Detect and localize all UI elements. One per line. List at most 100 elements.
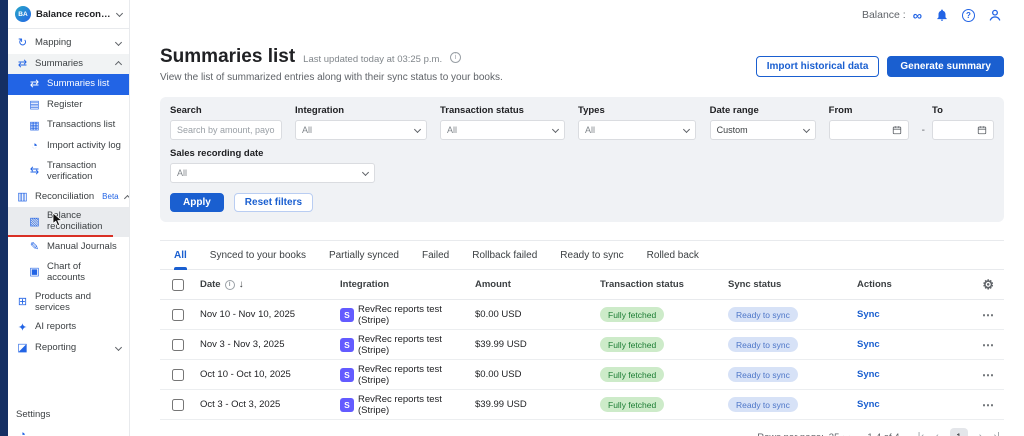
sidebar-item-products-and-services[interactable]: ⊞ Products and services: [8, 288, 129, 318]
column-transaction-status: Transaction status: [600, 279, 728, 290]
sidebar-item-register[interactable]: ▤ Register: [8, 95, 129, 116]
types-select[interactable]: All: [578, 120, 696, 140]
row-menu-button[interactable]: ⋯: [982, 338, 995, 352]
row-menu-button[interactable]: ⋯: [982, 368, 995, 382]
sidebar-item-balance-reconciliation[interactable]: ▧ Balance reconciliation: [8, 207, 129, 237]
sync-link[interactable]: Sync: [857, 369, 880, 380]
sidebar-item-label: Manual Journals: [47, 242, 121, 253]
integration-select[interactable]: All: [295, 120, 427, 140]
column-date[interactable]: Date: [200, 279, 221, 290]
page-actions: Import historical data Generate summary: [756, 56, 1004, 77]
previous-page-button[interactable]: ‹: [935, 431, 939, 436]
transaction-status-badge: Fully fetched: [600, 367, 664, 382]
table-footer: Rows per page: 35 1-4 of 4 |‹ ‹ 1 › ›|: [160, 420, 1004, 436]
sidebar-item-import-activity-log[interactable]: ◔ Import activity log: [8, 136, 129, 157]
search-input[interactable]: [170, 120, 282, 140]
rows-per-page-label: Rows per page:: [757, 432, 824, 436]
row-checkbox[interactable]: [172, 339, 184, 351]
sidebar-item-manual-journals[interactable]: ✎ Manual Journals: [8, 237, 129, 258]
status-tabs: All Synced to your books Partially synce…: [160, 240, 1004, 270]
stripe-icon: S: [340, 308, 354, 322]
sync-status-badge: Ready to sync: [728, 337, 798, 352]
clock-icon: ◔: [16, 429, 29, 436]
transaction-status-badge: Fully fetched: [600, 337, 664, 352]
products-and-services-icon: ⊞: [16, 296, 29, 309]
sidebar-item-label: Settings: [16, 410, 121, 421]
sync-status-badge: Ready to sync: [728, 397, 798, 412]
sidebar-item-reconciliation[interactable]: ▥ Reconciliation Beta: [8, 187, 129, 208]
summaries-icon: ⇄: [16, 58, 29, 71]
row-checkbox[interactable]: [172, 369, 184, 381]
sales-recording-date-select[interactable]: All: [170, 163, 375, 183]
date-range-label: Date range: [710, 105, 816, 116]
row-menu-button[interactable]: ⋯: [982, 398, 995, 412]
tab-failed[interactable]: Failed: [422, 241, 449, 269]
sync-link[interactable]: Sync: [857, 309, 880, 320]
tab-rolled-back[interactable]: Rolled back: [647, 241, 699, 269]
reset-filters-button[interactable]: Reset filters: [234, 193, 313, 212]
sidebar-item-chart-of-accounts[interactable]: ▣ Chart of accounts: [8, 258, 129, 288]
manual-journals-icon: ✎: [28, 241, 41, 254]
sidebar-item-partial[interactable]: ◔: [8, 425, 129, 436]
tab-partially-synced[interactable]: Partially synced: [329, 241, 399, 269]
current-page[interactable]: 1: [950, 428, 968, 436]
next-page-button[interactable]: ›: [979, 431, 983, 436]
sidebar-item-mapping[interactable]: ↻ Mapping: [8, 33, 129, 54]
chevron-up-icon: [115, 61, 122, 68]
sidebar-item-label: Summaries: [35, 59, 110, 70]
sidebar-item-transaction-verification[interactable]: ⇆ Transaction verification: [8, 157, 129, 187]
date-range-select[interactable]: Custom: [710, 120, 816, 140]
sidebar-item-label: Import activity log: [47, 141, 121, 152]
sidebar-item-label: Transactions list: [47, 120, 121, 131]
sort-desc-icon[interactable]: ↓: [239, 279, 244, 290]
import-historical-data-button[interactable]: Import historical data: [756, 56, 880, 77]
chart-of-accounts-icon: ▣: [28, 266, 41, 279]
chevron-down-icon: [362, 168, 369, 175]
generate-summary-button[interactable]: Generate summary: [887, 56, 1004, 77]
tab-ready-to-sync[interactable]: Ready to sync: [560, 241, 623, 269]
table-header: Date i ↓ Integration Amount Transaction …: [160, 270, 1004, 300]
sidebar-item-label: Products and services: [35, 292, 121, 314]
rows-per-page-select[interactable]: Rows per page: 35: [757, 432, 849, 436]
cell-date: Nov 10 - Nov 10, 2025: [200, 309, 340, 320]
reconciliation-icon: ▥: [16, 191, 29, 204]
tab-rollback-failed[interactable]: Rollback failed: [472, 241, 537, 269]
sidebar-item-transactions-list[interactable]: ▦ Transactions list: [8, 116, 129, 137]
tab-all[interactable]: All: [174, 241, 187, 269]
sidebar-item-settings[interactable]: Settings: [8, 406, 129, 425]
info-icon[interactable]: i: [450, 52, 461, 63]
to-date-input[interactable]: [932, 120, 994, 140]
transactions-list-icon: ▦: [28, 120, 41, 133]
chevron-down-icon: [552, 125, 559, 132]
balance-reconciliation-icon: ▧: [28, 216, 41, 229]
sidebar-item-label: Register: [47, 100, 121, 111]
sidebar-item-label: Summaries list: [47, 79, 121, 90]
row-menu-button[interactable]: ⋯: [982, 308, 995, 322]
from-date-input[interactable]: [829, 120, 909, 140]
row-checkbox[interactable]: [172, 309, 184, 321]
first-page-button[interactable]: |‹: [918, 431, 925, 436]
sidebar-item-reporting[interactable]: ◪ Reporting: [8, 338, 129, 359]
stripe-icon: S: [340, 398, 354, 412]
row-checkbox[interactable]: [172, 399, 184, 411]
divider: [8, 28, 129, 29]
calendar-icon: [892, 125, 902, 135]
main-area: Balance : ∞ ? Summaries list Last update…: [130, 0, 1024, 436]
table-settings-gear-icon[interactable]: ⚙: [982, 277, 994, 293]
types-select-value: All: [585, 125, 595, 135]
cell-date: Oct 10 - Oct 10, 2025: [200, 369, 340, 380]
sidebar: BA Balance reconcil... ↻ Mapping ⇄ Summa…: [8, 0, 130, 436]
tab-synced-to-your-books[interactable]: Synced to your books: [210, 241, 306, 269]
sidebar-item-summaries[interactable]: ⇄ Summaries: [8, 54, 129, 75]
last-page-button[interactable]: ›|: [993, 431, 1000, 436]
transaction-verification-icon: ⇆: [28, 165, 41, 178]
sidebar-item-ai-reports[interactable]: ✦ AI reports: [8, 318, 129, 339]
sync-link[interactable]: Sync: [857, 399, 880, 410]
select-all-checkbox[interactable]: [172, 279, 184, 291]
transaction-status-select[interactable]: All: [440, 120, 565, 140]
workspace-selector[interactable]: BA Balance reconcil...: [8, 0, 129, 28]
apply-button[interactable]: Apply: [170, 193, 224, 212]
sync-link[interactable]: Sync: [857, 339, 880, 350]
sidebar-item-summaries-list[interactable]: ⇄ Summaries list: [8, 74, 129, 95]
chevron-down-icon: [803, 125, 810, 132]
